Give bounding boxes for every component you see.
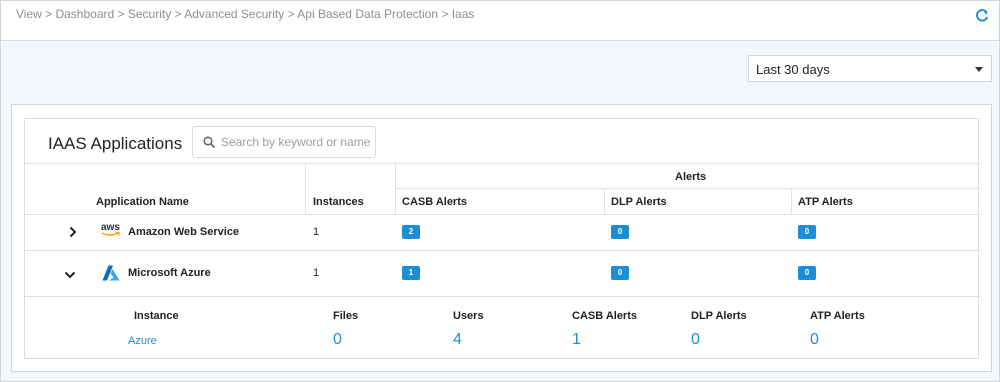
row-divider: [25, 296, 980, 297]
users-count[interactable]: 4: [453, 331, 462, 349]
refresh-icon[interactable]: [975, 9, 989, 23]
search-input[interactable]: [221, 133, 371, 151]
content-card: IAAS Applications Alerts Application Nam…: [11, 104, 992, 372]
atp-alerts-badge[interactable]: 0: [798, 266, 816, 280]
files-count[interactable]: 0: [333, 331, 342, 349]
column-header-instances: Instances: [313, 196, 364, 208]
aws-logo-icon: aws: [101, 222, 121, 238]
iaas-applications-panel: IAAS Applications Alerts Application Nam…: [24, 118, 980, 359]
header-top-divider: [25, 163, 980, 164]
app-name-amazon-web-service[interactable]: Amazon Web Service: [128, 226, 239, 238]
header-bottom-divider: [25, 214, 980, 215]
row-divider: [25, 250, 980, 251]
casb-alerts-badge[interactable]: 1: [402, 266, 420, 280]
top-bar: View > Dashboard > Security > Advanced S…: [1, 1, 999, 41]
detail-header-users: Users: [453, 310, 484, 322]
breadcrumb: View > Dashboard > Security > Advanced S…: [16, 7, 475, 21]
instances-value: 1: [313, 226, 320, 238]
column-divider: [791, 188, 792, 214]
instances-value: 1: [313, 267, 320, 279]
atp-alerts-count[interactable]: 0: [810, 331, 819, 349]
column-header-atp-alerts: ATP Alerts: [798, 196, 853, 208]
column-divider: [604, 188, 605, 214]
search-icon: [203, 136, 216, 149]
casb-alerts-badge[interactable]: 2: [402, 225, 420, 239]
alerts-group-divider: [395, 188, 980, 189]
column-header-dlp-alerts: DLP Alerts: [611, 196, 667, 208]
column-divider: [305, 163, 306, 214]
casb-alerts-count[interactable]: 1: [572, 331, 581, 349]
app-name-microsoft-azure[interactable]: Microsoft Azure: [128, 267, 211, 279]
time-range-select[interactable]: Last 30 days: [748, 55, 992, 82]
column-divider: [395, 163, 396, 214]
dlp-alerts-count[interactable]: 0: [691, 331, 700, 349]
dlp-alerts-badge[interactable]: 0: [611, 266, 629, 280]
alerts-group-header: Alerts: [675, 171, 707, 183]
chevron-down-icon: [975, 67, 983, 72]
column-header-casb-alerts: CASB Alerts: [402, 196, 467, 208]
search-box[interactable]: [192, 126, 376, 158]
dlp-alerts-badge[interactable]: 0: [611, 225, 629, 239]
atp-alerts-badge[interactable]: 0: [798, 225, 816, 239]
time-range-value: Last 30 days: [756, 62, 830, 77]
detail-header-dlp-alerts: DLP Alerts: [691, 310, 747, 322]
detail-header-instance: Instance: [134, 310, 179, 322]
chevron-down-icon[interactable]: [64, 270, 76, 280]
instance-link-azure[interactable]: Azure: [128, 335, 157, 347]
chevron-right-icon[interactable]: [68, 226, 78, 238]
detail-header-atp-alerts: ATP Alerts: [810, 310, 865, 322]
detail-header-casb-alerts: CASB Alerts: [572, 310, 637, 322]
azure-logo-icon: [102, 265, 120, 281]
detail-header-files: Files: [333, 310, 359, 322]
panel-title: IAAS Applications: [48, 134, 183, 153]
column-header-application-name: Application Name: [96, 196, 189, 208]
